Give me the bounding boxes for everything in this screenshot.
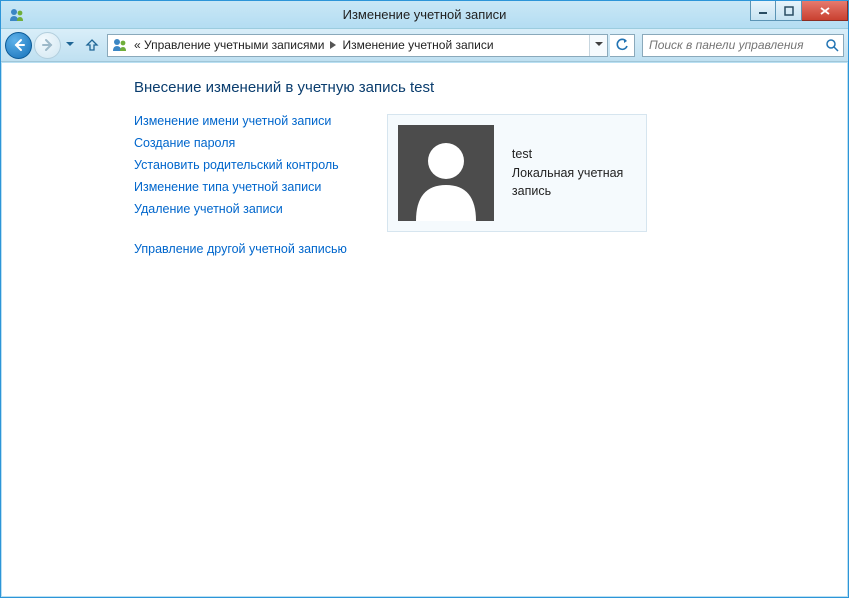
chevron-down-icon bbox=[66, 42, 74, 48]
search-icon[interactable] bbox=[821, 38, 843, 52]
window-controls bbox=[750, 1, 848, 21]
user-info: test Локальная учетная запись bbox=[512, 145, 636, 201]
link-change-account-type[interactable]: Изменение типа учетной записи bbox=[134, 180, 347, 194]
recent-locations-button[interactable] bbox=[63, 42, 77, 48]
action-links: Изменение имени учетной записи Создание … bbox=[134, 114, 347, 256]
back-arrow-icon bbox=[11, 37, 27, 53]
refresh-button[interactable] bbox=[610, 34, 635, 57]
navigation-bar: « Управление учетными записями Изменение… bbox=[1, 29, 848, 62]
content-area: Внесение изменений в учетную запись test… bbox=[2, 63, 847, 596]
maximize-button[interactable] bbox=[776, 1, 802, 21]
user-account-type: Локальная учетная запись bbox=[512, 164, 636, 202]
back-button[interactable] bbox=[5, 32, 32, 59]
breadcrumb-segment-1[interactable]: « Управление учетными записями bbox=[132, 35, 326, 56]
app-icon bbox=[9, 7, 25, 23]
user-name: test bbox=[512, 145, 636, 164]
close-button[interactable] bbox=[802, 1, 848, 21]
chevron-down-icon bbox=[595, 42, 603, 48]
refresh-icon bbox=[615, 38, 629, 52]
titlebar: Изменение учетной записи bbox=[1, 1, 848, 29]
link-rename-account[interactable]: Изменение имени учетной записи bbox=[134, 114, 347, 128]
user-silhouette-icon bbox=[398, 125, 494, 221]
page-heading: Внесение изменений в учетную запись test bbox=[134, 79, 734, 96]
link-delete-account[interactable]: Удаление учетной записи bbox=[134, 202, 347, 216]
forward-arrow-icon bbox=[40, 37, 56, 53]
minimize-icon bbox=[758, 6, 768, 16]
address-dropdown-button[interactable] bbox=[589, 35, 607, 56]
window-frame: Изменение учетной записи bbox=[0, 0, 849, 598]
link-create-password[interactable]: Создание пароля bbox=[134, 136, 347, 150]
link-parental-controls[interactable]: Установить родительский контроль bbox=[134, 158, 347, 172]
minimize-button[interactable] bbox=[750, 1, 776, 21]
close-icon bbox=[819, 6, 831, 16]
breadcrumb-separator-icon bbox=[326, 38, 340, 52]
location-icon bbox=[112, 37, 128, 53]
window-title: Изменение учетной записи bbox=[1, 7, 848, 22]
up-arrow-icon bbox=[84, 37, 100, 53]
search-input[interactable] bbox=[643, 35, 821, 56]
forward-button[interactable] bbox=[34, 32, 61, 59]
breadcrumb-segment-2[interactable]: Изменение учетной записи bbox=[340, 35, 495, 56]
up-button[interactable] bbox=[81, 34, 103, 56]
user-card: test Локальная учетная запись bbox=[387, 114, 647, 232]
search-box[interactable] bbox=[642, 34, 844, 57]
address-bar[interactable]: « Управление учетными записями Изменение… bbox=[107, 34, 608, 57]
avatar bbox=[398, 125, 494, 221]
maximize-icon bbox=[784, 6, 794, 16]
link-manage-other-account[interactable]: Управление другой учетной записью bbox=[134, 242, 347, 256]
